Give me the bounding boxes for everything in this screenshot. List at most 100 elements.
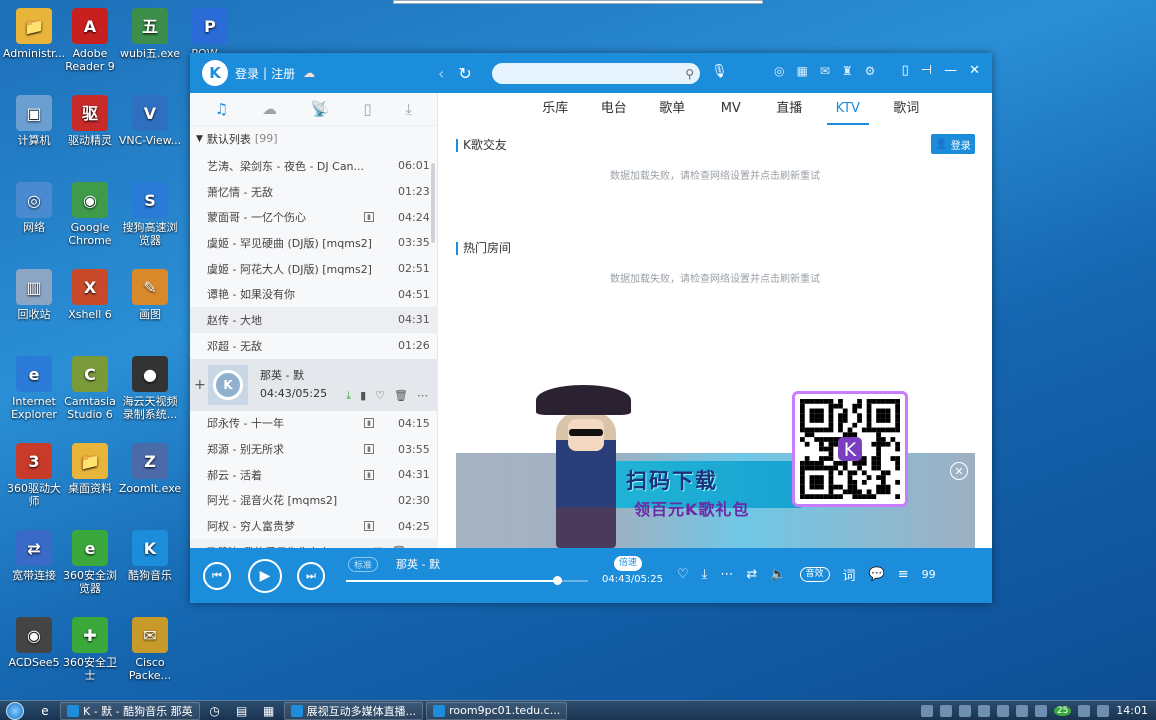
desktop-icon[interactable]: ⇄ 宽带连接	[2, 530, 66, 582]
quicklaunch-icon[interactable]: ▤	[230, 702, 254, 720]
add-icon[interactable]: +	[194, 377, 206, 393]
ktv-login-button[interactable]: 👤 登录	[931, 134, 975, 154]
desktop-icon[interactable]: e 360安全浏览器	[58, 530, 122, 595]
tab-2[interactable]: 歌单	[643, 93, 702, 125]
load-error-message[interactable]: 数据加载失败，请检查网络设置并点击刷新重试	[438, 167, 992, 182]
desktop-icon[interactable]: ● 海云天视频录制系统...	[118, 356, 182, 421]
song-row[interactable]: 郝云 - 活着 ▮ 04:31	[190, 462, 438, 488]
song-row[interactable]: 蒙面哥 - 一亿个伤心 ▮ 04:24	[190, 204, 438, 230]
play-button[interactable]: ▶	[248, 558, 282, 593]
start-button[interactable]	[0, 701, 30, 720]
desktop-icon[interactable]: ◉ Google Chrome	[58, 182, 122, 247]
download-icon[interactable]: ⤓	[346, 389, 351, 403]
desktop-icon[interactable]: K 酷狗音乐	[118, 530, 182, 582]
collapse-arrow-icon[interactable]: ▼	[196, 134, 203, 144]
desktop-icon[interactable]: ▥ 回收站	[2, 269, 66, 321]
minimize-icon[interactable]: —	[944, 63, 957, 78]
sidebar-scrollbar[interactable]	[431, 163, 435, 243]
tray-icon[interactable]	[1034, 704, 1047, 717]
tab-1[interactable]: 电台	[585, 93, 644, 125]
song-row[interactable]: 邓超 - 无敌 01:26	[190, 333, 438, 359]
tab-4[interactable]: 直播	[760, 93, 819, 125]
tab-6[interactable]: 歌词	[877, 93, 936, 125]
music-note-icon[interactable]: ♫	[215, 100, 228, 118]
playlist-header[interactable]: ▼ 默认列表 [99]	[190, 125, 437, 151]
desktop-icon[interactable]: e Internet Explorer	[2, 356, 66, 421]
repeat-icon[interactable]: ⇄	[746, 567, 757, 582]
search-icon[interactable]: ⚲	[685, 67, 694, 81]
desktop-icon[interactable]: 五 wubi五.exe	[118, 8, 182, 60]
phone-icon[interactable]: ▯	[363, 100, 371, 118]
mv-icon[interactable]: ▮	[364, 521, 374, 532]
more-icon[interactable]: ⋯	[720, 567, 733, 582]
song-row[interactable]: 谭艳 - 如果没有你 04:51	[190, 281, 438, 307]
song-row[interactable]: 虞姬 - 罕见硬曲 (DJ版) [mqms2] 03:35	[190, 230, 438, 256]
next-button[interactable]: ⏭	[297, 561, 325, 590]
desktop-icon[interactable]: ▣ 计算机	[2, 95, 66, 147]
tray-icon[interactable]	[996, 704, 1009, 717]
tray-icon[interactable]	[1097, 704, 1110, 717]
download-ad-banner[interactable]: 扫码下载 领百元K歌礼包 K ✕	[456, 385, 975, 548]
kugou-logo[interactable]: K	[202, 60, 228, 86]
desktop-icon[interactable]: ✎ 画图	[118, 269, 182, 321]
register-link[interactable]: 注册	[271, 65, 295, 82]
desktop-icon[interactable]: ◎ 网络	[2, 182, 66, 234]
mv-icon[interactable]: ▮	[364, 418, 374, 429]
search-input[interactable]	[492, 63, 686, 84]
quality-badge[interactable]: 标准	[348, 557, 379, 572]
desktop-icon[interactable]: 📁 Administr...	[2, 8, 66, 60]
download-icon[interactable]: ⤓	[702, 567, 708, 582]
close-ad-icon[interactable]: ✕	[950, 462, 968, 480]
voice-search-icon[interactable]: 🎙	[711, 64, 728, 79]
radio-icon[interactable]: 📡	[311, 100, 330, 118]
heart-icon[interactable]: ♡	[375, 389, 385, 403]
tab-3[interactable]: MV	[702, 93, 761, 125]
desktop-icon[interactable]: S 搜狗高速浏览器	[118, 182, 182, 247]
mini-mode-icon[interactable]: ⊣	[921, 63, 932, 78]
quicklaunch-icon[interactable]: ◷	[203, 702, 227, 720]
ie-quicklaunch-icon[interactable]: e	[33, 702, 57, 720]
mv-icon[interactable]: ▮	[360, 389, 366, 403]
tray-icon[interactable]	[958, 704, 971, 717]
tray-icon[interactable]	[1078, 704, 1091, 717]
desktop-icon[interactable]: ◉ ACDSee5	[2, 617, 66, 669]
mv-icon[interactable]: ▮	[364, 212, 374, 223]
sound-effect-button[interactable]: 音效	[799, 567, 830, 582]
tray-icon[interactable]	[920, 704, 933, 717]
progress-knob[interactable]	[552, 576, 562, 585]
song-row[interactable]: 郑源 - 别无所求 ▮ 03:55	[190, 436, 438, 462]
comment-icon[interactable]: 💬	[869, 567, 885, 582]
desktop-icon[interactable]: 驱驱动精灵	[58, 95, 122, 147]
tab-0[interactable]: 乐库	[526, 93, 585, 125]
close-icon[interactable]: ✕	[969, 63, 980, 78]
song-row[interactable]: 虞姬 - 阿花大人 (DJ版) [mqms2] 02:51	[190, 256, 438, 282]
song-row[interactable]: 萧忆情 - 无敌 01:23	[190, 179, 438, 205]
volume-icon[interactable]: 🔈	[770, 567, 786, 582]
tab-5[interactable]: KTV	[819, 93, 878, 125]
more-icon[interactable]: ⋯	[417, 389, 428, 403]
taskbar-item[interactable]: K - 默 - 酷狗音乐 那英	[60, 701, 200, 720]
song-row[interactable]: 艺涛、梁剑东 - 夜色 - DJ Can... 06:01	[190, 153, 438, 179]
taskbar-item[interactable]: 展视互动多媒体直播...	[283, 701, 424, 720]
song-row[interactable]: 阿权 - 穷人富贵梦 ▮ 04:25	[190, 513, 438, 539]
desktop-icon[interactable]: 3 360驱动大师	[2, 443, 66, 508]
now-playing-row[interactable]: + K 那英 - 默 04:43/05:25 ⤓ ▮ ♡ 🗑 ⋯	[190, 358, 438, 411]
quicklaunch-icon[interactable]: ▦	[257, 702, 281, 720]
playlist-queue-icon[interactable]: ≡	[898, 567, 909, 582]
desktop-icon[interactable]: Z ZoomIt.exe	[118, 443, 182, 495]
back-arrow-icon[interactable]: ‹	[438, 64, 444, 83]
mv-icon[interactable]: ▮	[364, 444, 374, 455]
taskbar-item[interactable]: room9pc01.tedu.c...	[426, 701, 568, 720]
desktop-icon[interactable]: ✚ 360安全卫士	[58, 617, 122, 682]
lyrics-button[interactable]: 词	[843, 565, 856, 584]
desktop-icon[interactable]: 📁 桌面资料	[58, 443, 122, 495]
desktop-icon[interactable]: C Camtasia Studio 6	[58, 356, 122, 421]
song-row[interactable]: 赵传 - 大地 04:31	[190, 307, 438, 333]
mobile-icon[interactable]: ▯	[902, 63, 909, 78]
skin-icon[interactable]: ♜	[842, 64, 853, 78]
desktop-icon[interactable]: V VNC-View...	[118, 95, 182, 147]
desktop-icon[interactable]: A Adobe Reader 9	[58, 8, 122, 73]
tray-icon[interactable]	[977, 704, 990, 717]
song-row[interactable]: 阿光 - 混音火花 [mqms2] 02:30	[190, 488, 438, 514]
app-center-icon[interactable]: ▦	[796, 64, 807, 78]
